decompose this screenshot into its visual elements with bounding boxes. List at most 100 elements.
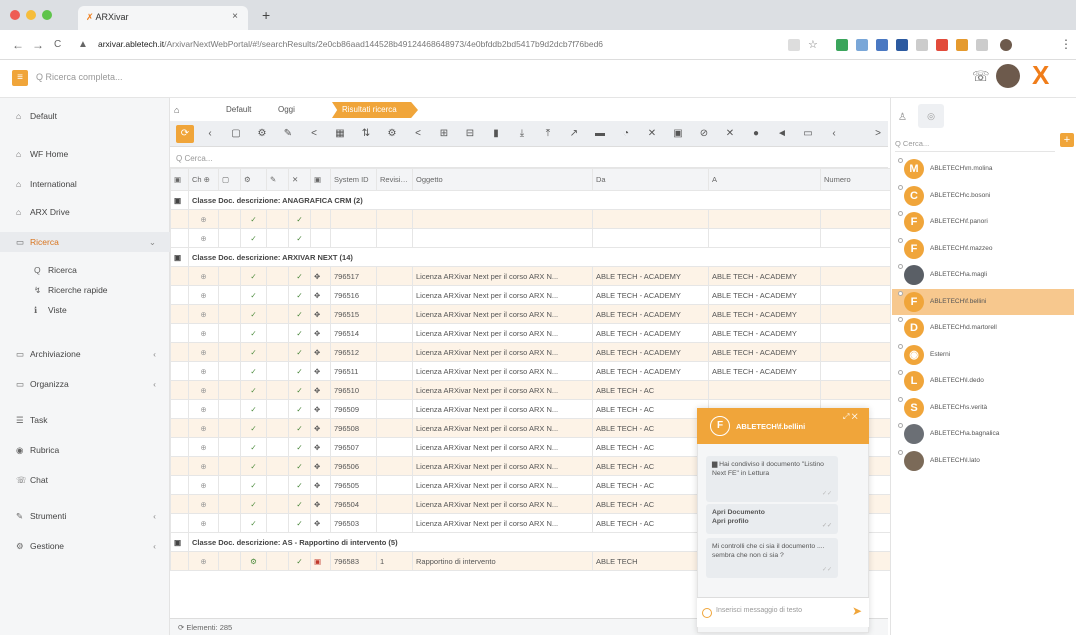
sidebar-item-arx-drive[interactable]: ⌂ ARX Drive (0, 202, 170, 222)
toolbar-action-icon[interactable]: < (306, 126, 322, 142)
column-header[interactable]: ⚙ (240, 168, 267, 191)
column-header[interactable]: ▣ (170, 168, 189, 191)
toolbar-action-icon[interactable]: ↗ (566, 126, 582, 142)
maximize-window-icon[interactable] (42, 10, 52, 20)
back-icon[interactable]: ← (12, 38, 24, 52)
sidebar-item-default[interactable]: ⌂ Default (0, 106, 170, 126)
sidebar-item-archiviazione[interactable]: ▭ Archiviazione ‹ (0, 344, 170, 364)
toolbar-action-icon[interactable]: ▦ (332, 126, 348, 142)
send-icon[interactable]: ➤ (852, 604, 862, 618)
contact-item[interactable]: F ABLETECH\f.panori (892, 209, 1074, 235)
table-row[interactable]: ⊕ ✓ ✓ ✥ 796514 Licenza ARXivar Next per il co… (170, 323, 890, 343)
breadcrumb-item-active[interactable]: Risultati ricerca (332, 102, 418, 118)
table-row[interactable]: ⊕ ✓ ✓ ✥ 796517 Licenza ARXivar Next per il co… (170, 266, 890, 286)
contact-item[interactable]: F ABLETECH\f.mazzeo (892, 236, 1074, 262)
toolbar-action-icon[interactable]: ● (748, 126, 764, 142)
breadcrumb-item[interactable]: Oggi (268, 102, 295, 118)
grid-search-input[interactable]: Q Cerca... (170, 150, 888, 168)
home-icon[interactable]: ⌂ (172, 102, 179, 118)
toolbar-action-icon[interactable]: ⚙ (384, 126, 400, 142)
table-row[interactable]: ⊕ ✓ ✓ ✥ 796511 Licenza ARXivar Next per il co… (170, 361, 890, 381)
toolbar-action-icon[interactable]: ⊞ (436, 126, 452, 142)
extension-icon[interactable] (956, 39, 968, 51)
column-header[interactable]: Ch ⊕ (188, 168, 219, 191)
bookmark-star-icon[interactable]: ☆ (808, 38, 818, 51)
table-row[interactable]: ⊕ ✓ ✓ ✥ 796510 Licenza ARXivar Next per il co… (170, 380, 890, 400)
tab-close-icon[interactable]: × (232, 11, 238, 22)
table-row[interactable]: ⊕ ✓ ✓ ✥ 796516 Licenza ARXivar Next per il co… (170, 285, 890, 305)
group-row[interactable]: ▣ Classe Doc. descrizione: ARXIVAR NEXT (… (170, 247, 890, 267)
toolbar-action-icon[interactable]: ‹ (202, 126, 218, 142)
column-header[interactable]: ▢ (218, 168, 241, 191)
column-header[interactable]: Revisione (376, 168, 413, 191)
extension-icon[interactable] (936, 39, 948, 51)
sidebar-item-organizza[interactable]: ▭ Organizza ‹ (0, 374, 170, 394)
sidebar-item-strumenti[interactable]: ✎ Strumenti ‹ (0, 506, 170, 526)
column-header[interactable]: Da (592, 168, 709, 191)
column-header[interactable]: ▣ (310, 168, 331, 191)
column-header[interactable]: ✕ (288, 168, 311, 191)
breadcrumb-item[interactable]: Default (216, 102, 251, 118)
contact-item[interactable]: D ABLETECH\d.martorell (892, 315, 1074, 341)
extension-icon[interactable] (876, 39, 888, 51)
settings-tab-icon[interactable]: ◎ (918, 104, 944, 128)
contact-item[interactable]: ◉ Esterni (892, 342, 1074, 368)
contact-item[interactable]: ABLETECH\l.lato (892, 448, 1074, 474)
toolbar-action-icon[interactable]: ✕ (644, 126, 660, 142)
sidebar-item-task[interactable]: ☰ Task (0, 410, 170, 430)
toolbar-action-icon[interactable]: ◄ (774, 126, 790, 142)
toolbar-action-icon[interactable]: ⤓ (514, 126, 530, 142)
chat-message-links[interactable]: Apri Documento Apri profilo ✓✓ (706, 504, 838, 534)
toolbar-action-icon[interactable]: ⊟ (462, 126, 478, 142)
toolbar-action-icon[interactable]: ✎ (280, 126, 296, 142)
toolbar-action-icon[interactable]: ⤒ (540, 126, 556, 142)
profile-avatar-icon[interactable] (1000, 39, 1012, 51)
toolbar-action-icon[interactable]: ▬ (592, 126, 608, 142)
add-contact-button[interactable]: + (1060, 133, 1074, 147)
toolbar-action-icon[interactable]: ▭ (800, 126, 816, 142)
extension-icon[interactable] (856, 39, 868, 51)
table-row[interactable]: ⊕ ✓ ✓ (170, 228, 890, 248)
chat-window-controls[interactable]: ⤢ ✕ (843, 412, 858, 422)
refresh-icon[interactable]: ⟳ (176, 125, 194, 143)
group-toggle-icon[interactable]: ▣ (170, 532, 189, 552)
translate-icon[interactable] (788, 39, 800, 51)
contact-item[interactable]: F ABLETECH\f.bellini (892, 288, 1074, 315)
emoji-icon[interactable] (702, 608, 712, 618)
table-row[interactable]: ⊕ ✓ ✓ ✥ 796515 Licenza ARXivar Next per il co… (170, 304, 890, 324)
contact-item[interactable]: L ABLETECH\l.dedo (892, 368, 1074, 394)
chat-message-text[interactable]: Apri Documento Apri profilo (712, 509, 765, 525)
toolbar-action-icon[interactable]: ◔ (618, 126, 634, 142)
column-header[interactable]: A (708, 168, 821, 191)
group-toggle-icon[interactable]: ▣ (170, 190, 189, 210)
toolbar-action-icon[interactable]: ▢ (228, 126, 244, 142)
group-row[interactable]: ▣ Classe Doc. descrizione: ANAGRAFICA CRM… (170, 190, 890, 210)
browser-tab[interactable]: ✗ ARXivar × (78, 6, 248, 30)
sidebar-item-ricerche-rapide[interactable]: ↯ Ricerche rapide (0, 280, 170, 300)
extension-icon[interactable] (836, 39, 848, 51)
contacts-search-input[interactable]: Q Cerca... (895, 136, 1055, 152)
group-toggle-icon[interactable]: ▣ (170, 247, 189, 267)
contact-item[interactable]: M ABLETECH\m.molina (892, 156, 1074, 182)
user-tab-icon[interactable]: ♙ (898, 112, 907, 123)
toolbar-action-icon[interactable]: ⊘ (696, 126, 712, 142)
chevron-right-icon[interactable]: > (870, 126, 886, 142)
toolbar-action-icon[interactable]: ‹ (826, 126, 842, 142)
url-field[interactable]: arxivar.abletech.it/ArxivarNextWebPortal… (98, 36, 778, 54)
column-header[interactable]: Oggetto (412, 168, 593, 191)
chat-icon[interactable]: ☏ (972, 68, 990, 85)
new-tab-button[interactable]: + (262, 7, 270, 23)
close-window-icon[interactable] (10, 10, 20, 20)
reload-icon[interactable]: C (54, 39, 61, 50)
contact-item[interactable]: S ABLETECH\s.verità (892, 395, 1074, 421)
sidebar-item-rubrica[interactable]: ◉ Rubrica (0, 440, 170, 460)
toolbar-action-icon[interactable]: ⇅ (358, 126, 374, 142)
column-header[interactable]: ✎ (266, 168, 289, 191)
contact-item[interactable]: ABLETECH\a.bagnalica (892, 421, 1074, 447)
table-row[interactable]: ⊕ ✓ ✓ ✥ 796512 Licenza ARXivar Next per il co… (170, 342, 890, 362)
contact-item[interactable]: ABLETECH\a.magli (892, 262, 1074, 288)
hamburger-menu-icon[interactable]: ≡ (12, 70, 28, 86)
toolbar-action-icon[interactable]: < (410, 126, 426, 142)
column-header[interactable]: Numero (820, 168, 890, 191)
extension-icon[interactable] (916, 39, 928, 51)
